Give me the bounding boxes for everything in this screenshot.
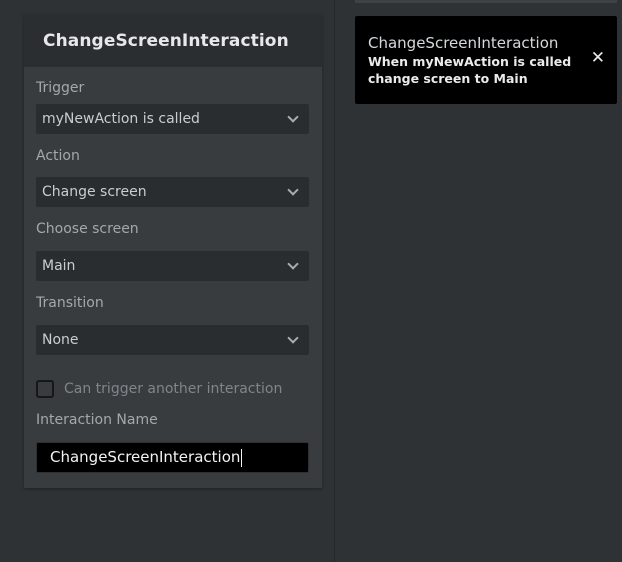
interaction-name-input[interactable]: ChangeScreenInteraction xyxy=(36,442,309,473)
text-caret xyxy=(241,448,243,467)
chevron-down-icon xyxy=(287,111,299,123)
close-icon[interactable]: ✕ xyxy=(591,48,605,68)
chevron-down-icon xyxy=(287,184,299,196)
panel-title: ChangeScreenInteraction xyxy=(43,30,289,51)
can-trigger-row[interactable]: Can trigger another interaction xyxy=(36,379,309,399)
trigger-select-value: myNewAction is called xyxy=(42,111,200,127)
trigger-select[interactable]: myNewAction is called xyxy=(36,104,309,134)
can-trigger-label: Can trigger another interaction xyxy=(64,381,283,397)
interaction-name-label: Interaction Name xyxy=(36,412,158,428)
notification-toast: ChangeScreenInteraction When myNewAction… xyxy=(355,16,617,104)
transition-select[interactable]: None xyxy=(36,325,309,355)
action-label: Action xyxy=(36,148,80,164)
transition-label: Transition xyxy=(36,295,104,311)
can-trigger-checkbox[interactable] xyxy=(36,380,54,398)
right-pane-top-edge xyxy=(355,0,617,3)
choose-screen-select-value: Main xyxy=(42,258,76,274)
chevron-down-icon xyxy=(287,332,299,344)
choose-screen-label: Choose screen xyxy=(36,221,139,237)
transition-select-value: None xyxy=(42,332,79,348)
interaction-name-value: ChangeScreenInteraction xyxy=(50,448,241,466)
trigger-label: Trigger xyxy=(36,80,85,96)
chevron-down-icon xyxy=(287,258,299,270)
panel-body: Trigger myNewAction is called Action Cha… xyxy=(24,78,322,473)
toast-title: ChangeScreenInteraction xyxy=(368,34,559,52)
action-select-value: Change screen xyxy=(42,184,147,200)
panel-header: ChangeScreenInteraction xyxy=(24,14,322,67)
toast-message: When myNewAction is called change screen… xyxy=(368,54,572,86)
properties-panel: ChangeScreenInteraction Trigger myNewAct… xyxy=(24,14,322,488)
choose-screen-select[interactable]: Main xyxy=(36,251,309,281)
action-select[interactable]: Change screen xyxy=(36,177,309,207)
